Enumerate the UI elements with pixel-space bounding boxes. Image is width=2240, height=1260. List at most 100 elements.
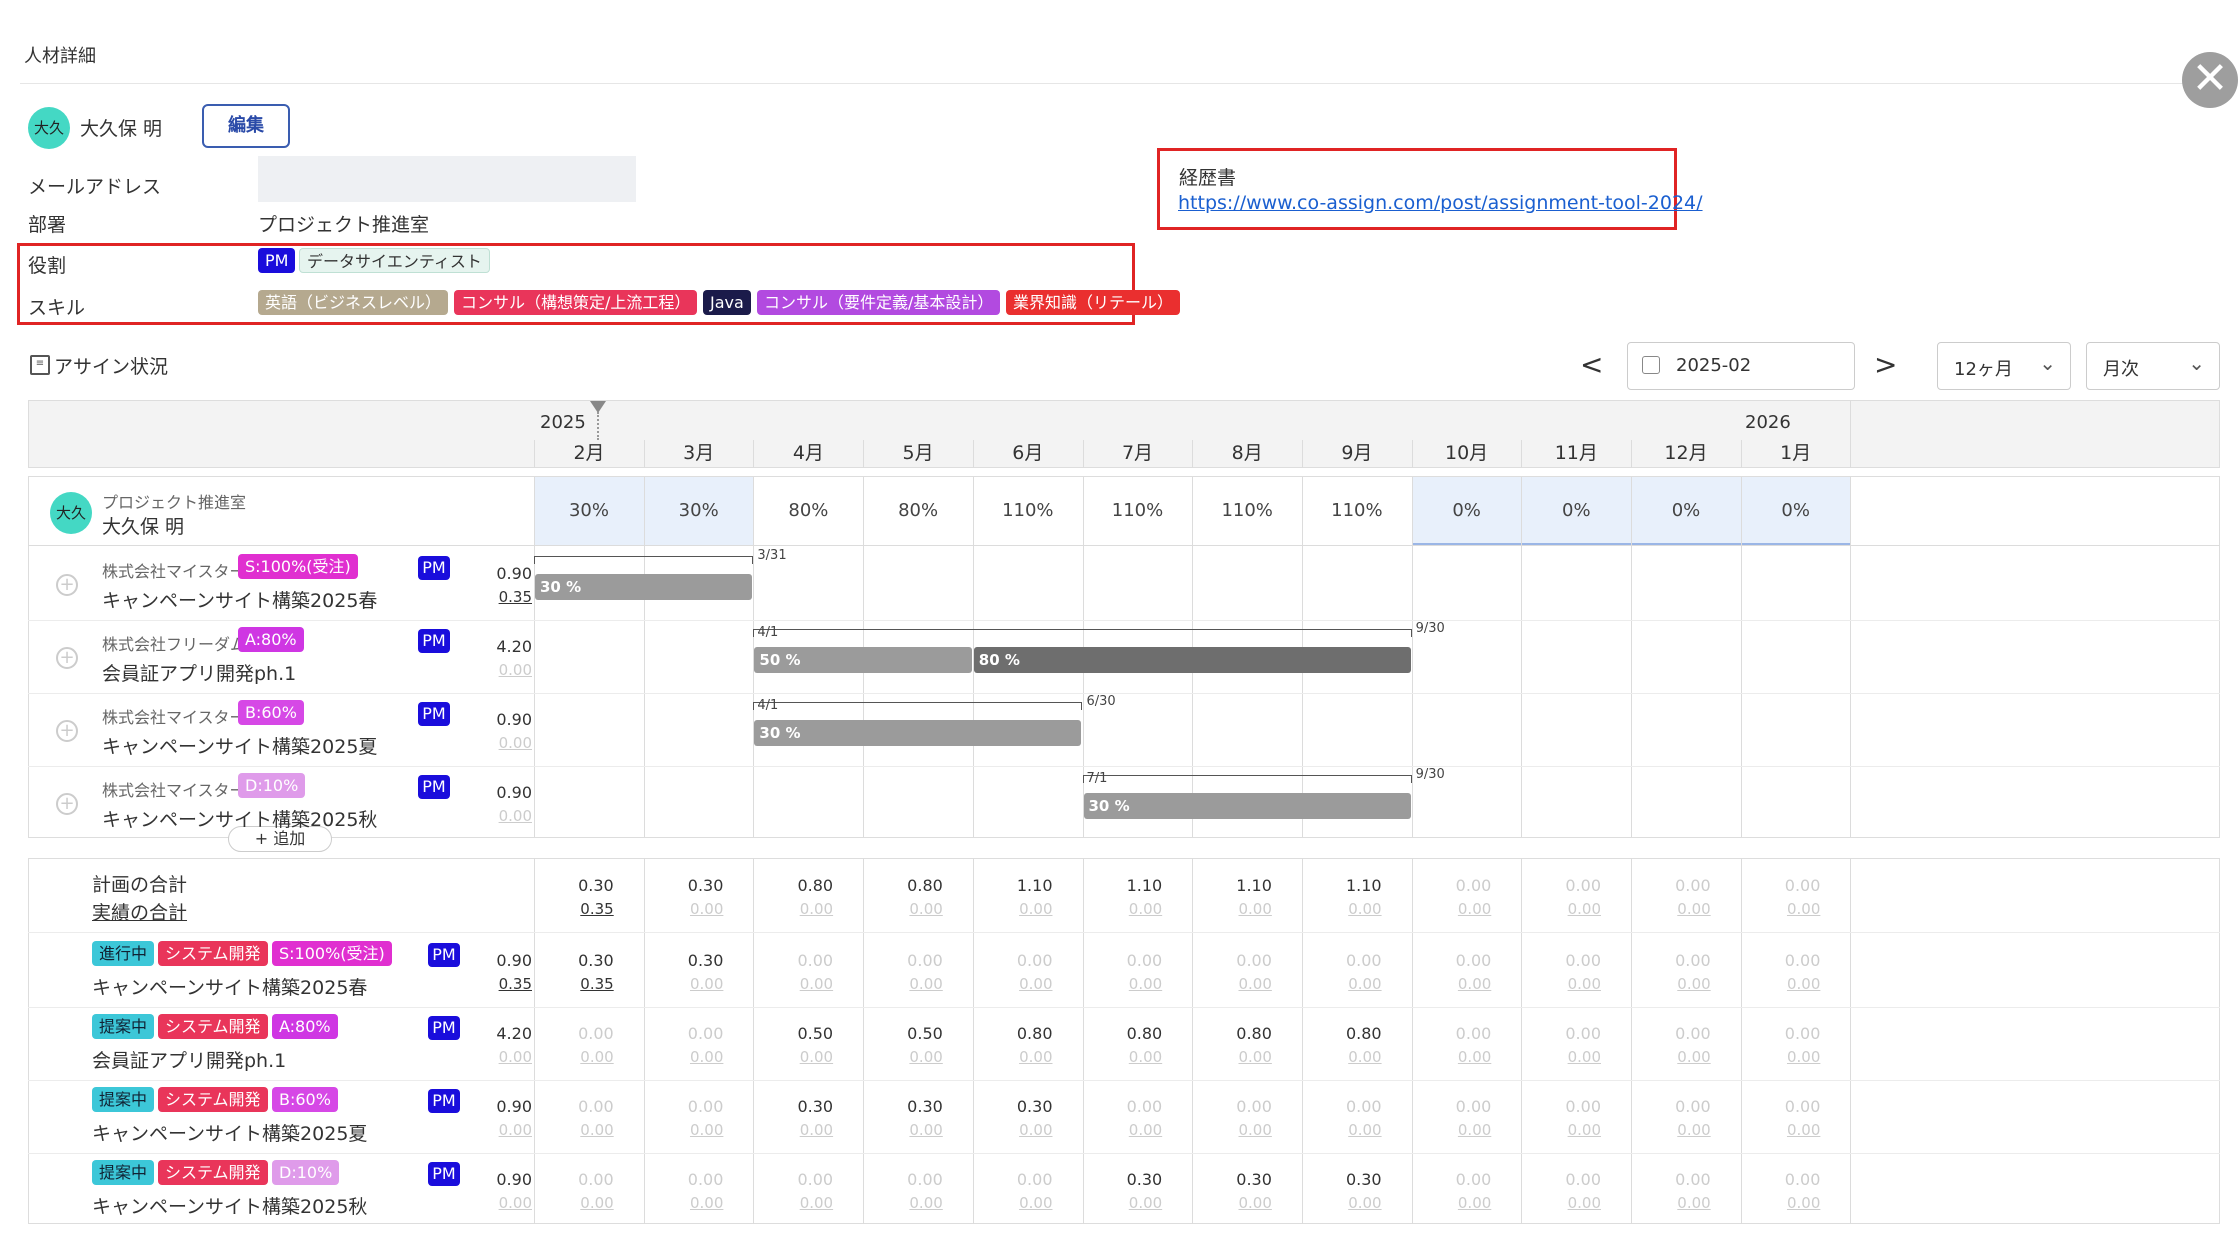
plan-sum: 0.80 xyxy=(907,876,943,895)
plan-value: 0.00 xyxy=(1565,951,1601,970)
actual-value: 0.00 xyxy=(1019,1194,1053,1212)
plan-sum: 0.00 xyxy=(1675,876,1711,895)
calendar-icon xyxy=(1642,356,1660,374)
plan-value: 0.00 xyxy=(1345,1097,1382,1116)
project-name: キャンペーンサイト構築2025春 xyxy=(92,977,368,999)
assignment-tag: A:80% xyxy=(238,627,304,652)
plan-sum: 0.80 xyxy=(797,876,834,895)
plan-sum: 1.10 xyxy=(1126,876,1163,895)
month-divider xyxy=(972,440,974,468)
add-circle-icon[interactable]: + xyxy=(56,793,78,815)
plan-value: 0.00 xyxy=(578,1097,614,1116)
month-label: 6月 xyxy=(1012,442,1044,464)
actual-sum: 0.00 xyxy=(1348,900,1382,918)
month-label: 2月 xyxy=(573,442,605,464)
edit-button[interactable]: 編集 xyxy=(202,104,290,148)
plan-value: 0.80 xyxy=(1345,1024,1382,1043)
actual-sum: 0.00 xyxy=(1019,900,1053,918)
actual-value: 0.00 xyxy=(1567,1121,1601,1139)
month-divider xyxy=(1082,440,1084,468)
assignment-tag: D:10% xyxy=(238,773,306,798)
plan-value: 0.30 xyxy=(687,951,724,970)
col-divider xyxy=(1631,477,1632,837)
row-divider xyxy=(28,1080,2220,1081)
plan-value: 0.00 xyxy=(1675,1097,1711,1116)
plan-total: 0.90 xyxy=(496,1097,532,1116)
resume-link[interactable]: https://www.co-assign.com/post/assignmen… xyxy=(1178,192,1703,214)
role-badge: PM xyxy=(418,775,450,799)
role-badge: PM xyxy=(428,943,460,967)
date-value: 2025-02 xyxy=(1676,355,1752,376)
actual-value: 0.00 xyxy=(689,975,724,993)
month-percent: 80% xyxy=(788,500,829,521)
plan-value: 0.00 xyxy=(687,1170,724,1189)
probability-tag: S:100%(受注) xyxy=(272,941,392,966)
month-label: 9月 xyxy=(1341,442,1373,464)
plan-value: 0.00 xyxy=(1126,951,1163,970)
actual-value: 0.00 xyxy=(909,975,943,993)
plan-value: 0.00 xyxy=(1565,1170,1601,1189)
date-range-bracket xyxy=(753,702,1083,710)
allocation-bar: 30 % xyxy=(1083,793,1411,819)
close-circle-icon[interactable]: ✕ xyxy=(2182,52,2238,108)
month-label: 4月 xyxy=(792,442,824,464)
summary-dept: プロジェクト推進室 xyxy=(102,493,247,512)
plan-sum: 0.30 xyxy=(687,876,724,895)
month-divider xyxy=(643,440,645,468)
probability-tag: B:60% xyxy=(272,1087,338,1112)
col-divider xyxy=(1740,858,1742,1224)
prev-arrow-icon[interactable]: < xyxy=(1580,348,1603,381)
col-divider xyxy=(534,477,535,837)
actual-value: 0.00 xyxy=(1677,1121,1711,1139)
add-circle-icon[interactable]: + xyxy=(56,647,78,669)
plan-value: 0.00 xyxy=(1784,1170,1821,1189)
plan-value: 0.00 xyxy=(578,1024,614,1043)
month-divider xyxy=(1192,440,1194,468)
date-picker[interactable]: 2025-02 xyxy=(1627,342,1855,390)
actual-value: 0.00 xyxy=(1457,1048,1492,1066)
month-label: 7月 xyxy=(1121,442,1154,464)
skill-tag: コンサル（構想策定/上流工程） xyxy=(454,290,698,315)
col-divider xyxy=(1521,858,1523,1224)
col-divider xyxy=(753,858,755,1224)
period-select[interactable]: 12ヶ月 ⌄ xyxy=(1937,342,2071,390)
email-label: メールアドレス xyxy=(28,176,162,198)
plan-total: 0.90 xyxy=(496,951,532,970)
date-range-bracket xyxy=(1082,775,1412,783)
actual-sum: 0.00 xyxy=(1128,900,1163,918)
actual-total: 0.00 xyxy=(498,1121,532,1139)
month-divider xyxy=(1740,440,1742,468)
actual-value: 0.00 xyxy=(1238,975,1272,993)
actual-value: 0.00 xyxy=(909,1194,943,1212)
month-percent: 0% xyxy=(1452,500,1481,521)
date-range-bracket xyxy=(534,556,754,564)
col-divider xyxy=(1850,477,1852,837)
actual-total: 0.35 xyxy=(498,588,532,606)
actual-value: 0.00 xyxy=(799,975,834,993)
plan-sum: 1.10 xyxy=(1345,876,1382,895)
actual-total: 0.00 xyxy=(498,734,532,752)
actual-value: 0.00 xyxy=(689,1048,724,1066)
add-circle-icon[interactable]: + xyxy=(56,720,78,742)
role-badge: PM xyxy=(418,702,450,726)
actual-value: 0.00 xyxy=(1457,975,1492,993)
month-divider xyxy=(1411,440,1413,468)
avatar: 大久 xyxy=(28,107,70,149)
row-divider xyxy=(28,1153,2220,1154)
plan-value: 0.00 xyxy=(1784,1097,1821,1116)
month-percent: 110% xyxy=(1331,500,1383,521)
assign-title: アサイン状況 xyxy=(54,356,169,378)
allocation-bar: 30 % xyxy=(754,720,1082,746)
year-end: 2026 xyxy=(1745,412,1791,433)
actual-value: 0.00 xyxy=(1019,1048,1053,1066)
chevron-down-icon: ⌄ xyxy=(2039,351,2056,375)
actual-value: 0.00 xyxy=(909,1048,943,1066)
project-name: キャンペーンサイト構築2025春 xyxy=(102,590,378,612)
plan-sum: 0.00 xyxy=(1455,876,1492,895)
summary-name: 大久保 明 xyxy=(102,516,185,538)
unit-select[interactable]: 月次 ⌄ xyxy=(2086,342,2220,390)
plan-value: 0.50 xyxy=(907,1024,943,1043)
add-circle-icon[interactable]: + xyxy=(56,574,78,596)
col-divider xyxy=(643,477,645,837)
next-arrow-icon[interactable]: > xyxy=(1874,348,1897,381)
